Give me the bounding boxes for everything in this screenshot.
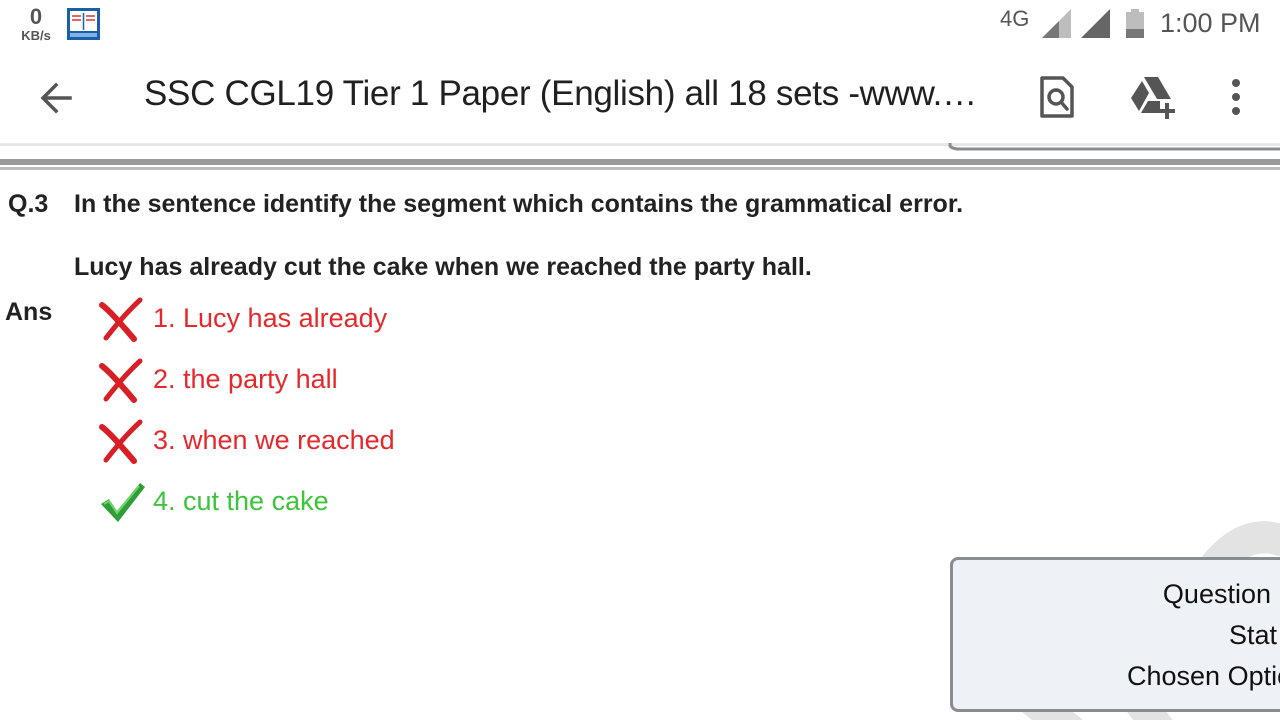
more-vert-icon [1232,79,1240,115]
answer-option: 3. when we reached [96,419,516,469]
option-text: 1. Lucy has already [153,303,388,333]
page-divider [0,143,1280,170]
add-to-drive-button[interactable] [1127,72,1177,122]
option-text: 4. cut the cake [153,486,329,516]
answer-option: 2. the party hall [96,358,516,408]
answer-label: Ans [5,298,53,326]
status-bar: 0 KB/s 4G 1:00 PM [0,0,1280,50]
network-speed-unit: KB/s [21,28,51,43]
question-status-panel: Question Stat Chosen Optio [950,557,1280,712]
network-speed: 0 KB/s [18,4,54,43]
option-text: 2. the party hall [153,364,338,394]
question-number: Q.3 [8,190,49,218]
find-in-document-icon [1040,76,1074,118]
document-title: SSC CGL19 Tier 1 Paper (English) all 18 … [144,74,984,113]
network-type: 4G [1000,6,1030,31]
correct-check-icon [101,483,145,522]
app-toolbar: SSC CGL19 Tier 1 Paper (English) all 18 … [0,50,1280,143]
back-arrow-icon [40,82,72,114]
back-button[interactable] [34,76,78,120]
question-text: In the sentence identify the segment whi… [74,190,964,218]
battery-icon [1125,9,1145,44]
app-notification-icon [67,8,100,40]
clock: 1:00 PM [1160,8,1261,38]
question-sentence: Lucy has already cut the cake when we re… [74,253,812,281]
signal-icon [1042,9,1072,44]
answer-option: 1. Lucy has already [96,297,516,347]
signal-icon [1081,9,1111,44]
panel-row-chosen-option: Chosen Optio [1127,661,1280,691]
add-to-drive-icon [1131,77,1175,119]
answer-option: 4. cut the cake [96,480,516,530]
network-speed-value: 0 [29,4,43,29]
find-in-document-button[interactable] [1032,72,1082,122]
wrong-cross-icon [99,419,143,464]
wrong-cross-icon [99,297,143,342]
panel-row-status: Stat [1229,620,1278,650]
more-options-button[interactable] [1212,72,1262,122]
option-text: 3. when we reached [153,425,395,455]
wrong-cross-icon [99,358,143,403]
panel-row-question: Question [1162,579,1271,609]
